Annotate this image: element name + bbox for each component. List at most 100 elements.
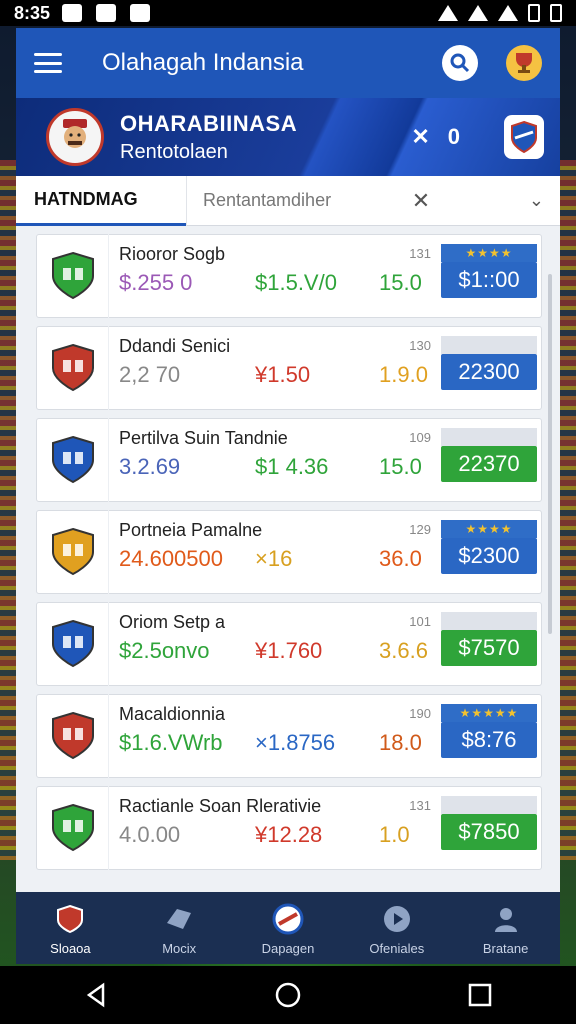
match-card[interactable]: Ractianle Soan Rlerativie 131 4.0.00 ¥12… [36,786,542,870]
card-value-2: ¥1.50 [255,362,311,387]
card-value-3: 1.9.0 [379,362,428,387]
card-count: 131 [409,246,431,261]
menu-icon[interactable] [34,53,62,73]
status-bar: 8:35 [0,0,576,26]
card-value-1: 2,2 70 [119,362,181,387]
card-value-3: 15.0 [379,270,422,295]
trophy-icon [516,53,532,73]
price-button[interactable]: $8:76 [441,722,537,758]
close-icon[interactable]: ✕ [401,188,441,214]
match-card[interactable]: Riooror Sogb 131 $.255 0 $1.5.V/0 15.0 ★… [36,234,542,318]
card-value-1: 4.0.00 [119,822,181,847]
team-crest-icon [37,510,109,594]
bottom-navigation: Sloaoa Mocix Dapagen Ofeniales Bratane [16,892,560,964]
shield-icon [511,120,537,154]
price-button[interactable]: 22370 [441,446,537,482]
home-icon [52,901,88,937]
crest-icon [51,711,94,760]
system-navigation-bar [0,966,576,1024]
match-card[interactable]: Portneia Pamalne 129 24.600500 ×16 36.0 … [36,510,542,594]
wifi-icon [438,5,458,21]
app-notification-icon [96,4,117,22]
card-value-1: 24.600500 [119,546,223,571]
card-value-2: ×1.8756 [255,730,336,755]
price-button[interactable]: $7850 [441,814,537,850]
tools-icon [161,901,197,937]
match-list: Riooror Sogb 131 $.255 0 $1.5.V/0 15.0 ★… [16,226,560,870]
match-card[interactable]: Macaldionnia 190 $1.6.VWrb ×1.8756 18.0 … [36,694,542,778]
price-button[interactable]: $2300 [441,538,537,574]
tab-other[interactable]: Rentantamdiher [186,175,396,226]
card-team-name: Pertilva Suin Tandnie [119,428,288,448]
card-count: 190 [409,706,431,721]
match-card[interactable]: Oriom Setp a 101 $2.5onvo ¥1.760 3.6.6 $… [36,602,542,686]
card-value-2: $1 4.36 [255,454,329,479]
profile-icon [488,901,524,937]
nav-item-3[interactable]: Ofeniales [342,892,451,964]
hero-score: ✕ 0 [411,124,460,150]
app-title: Olahagah Indansia [102,49,304,76]
price-button[interactable]: $7570 [441,630,537,666]
rating-stars: ★★★★★ [441,704,537,722]
crest-icon [51,527,94,576]
nav-item-label: Mocix [162,940,197,956]
hero-subtitle: Rentotolaen [120,140,228,163]
rating-stars: ★★★★ [441,244,537,262]
match-card[interactable]: Ddandi Senici 130 2,2 70 ¥1.50 1.9.0 223… [36,326,542,410]
team-badge-icon[interactable] [504,115,544,159]
rating-stars: ★★★★ [441,520,537,538]
nav-item-2[interactable]: Dapagen [234,892,343,964]
nav-item-label: Dapagen [261,940,315,956]
card-value-1: $.255 0 [119,270,193,295]
search-icon [450,53,470,73]
card-team-name: Ddandi Senici [119,336,231,356]
card-count: 101 [409,614,431,629]
price-button[interactable]: $1::00 [441,262,537,298]
card-value-3: 3.6.6 [379,638,428,663]
signal-icon [468,5,488,21]
battery2-icon [550,4,562,22]
chevron-down-icon[interactable]: ⌄ [529,190,544,211]
rating-placeholder [441,796,537,814]
home-icon [275,982,301,1008]
score-right: 0 [447,124,460,149]
price-button[interactable]: 22300 [441,354,537,390]
crest-icon [51,251,94,300]
card-team-name: Macaldionnia [119,704,226,724]
recents-button[interactable] [460,975,500,1015]
rating-placeholder [441,612,537,630]
card-value-2: $1.5.V/0 [255,270,337,295]
profile-button[interactable] [506,45,542,81]
nav-item-1[interactable]: Mocix [125,892,234,964]
rating-placeholder [441,428,537,446]
nav-item-label: Sloaoa [50,940,91,956]
card-value-3: 36.0 [379,546,422,571]
card-value-3: 18.0 [379,730,422,755]
app-window: Olahagah Indansia OHARABIINASA Rentotola… [16,28,560,964]
scrollbar[interactable] [548,274,552,634]
back-button[interactable] [76,975,116,1015]
card-team-name: Ractianle Soan Rlerativie [119,796,322,816]
nav-item-0[interactable]: Sloaoa [16,892,125,964]
team-crest-icon [37,602,109,686]
app-bar: Olahagah Indansia [16,28,560,98]
card-team-name: Riooror Sogb [119,244,226,264]
card-team-name: Portneia Pamalne [119,520,263,540]
search-button[interactable] [442,45,478,81]
card-value-3: 15.0 [379,454,422,479]
play-icon [379,901,415,937]
card-team-name: Oriom Setp a [119,612,226,632]
recents-icon [468,983,492,1007]
crest-icon [51,343,94,392]
home-button[interactable] [268,975,308,1015]
card-value-2: ¥12.28 [255,822,323,847]
nav-item-4[interactable]: Bratane [451,892,560,964]
nav-item-label: Bratane [482,940,529,956]
crest-icon [51,435,94,484]
card-value-1: $2.5onvo [119,638,210,663]
card-value-2: ×16 [255,546,293,571]
rating-placeholder [441,336,537,354]
score-left: ✕ [411,124,430,149]
tab-matches[interactable]: HATNDMAG [16,176,186,226]
match-card[interactable]: Pertilva Suin Tandnie 109 3.2.69 $1 4.36… [36,418,542,502]
